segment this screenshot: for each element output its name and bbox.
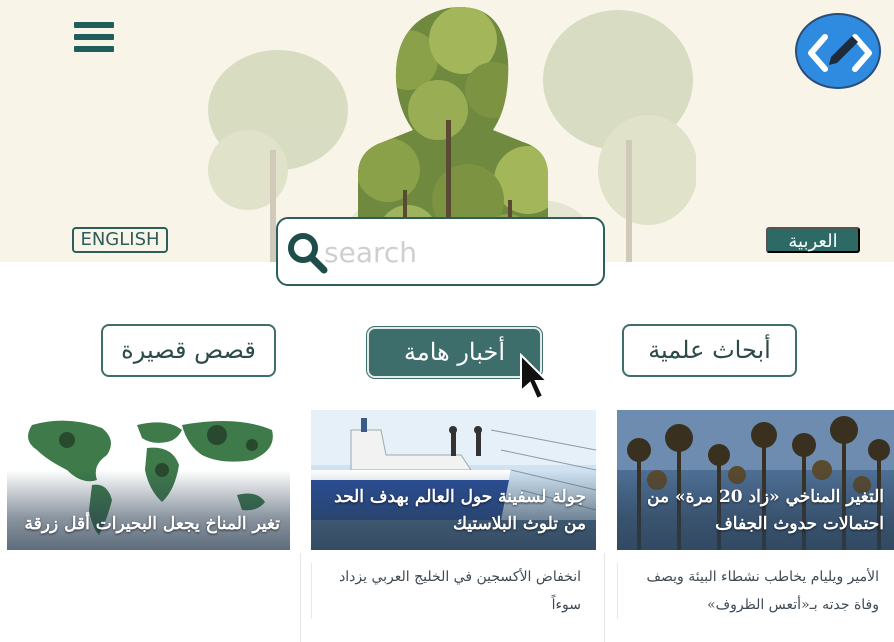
article-title[interactable]: التغير المناخي «زاد 20 مرة» من احتمالات … [627, 484, 884, 538]
column-divider [300, 553, 301, 642]
article-card[interactable]: تغير المناخ يجعل البحيرات أقل زرقة [7, 410, 290, 550]
column-divider [604, 553, 605, 642]
article-title[interactable]: جولة لسفينة حول العالم بهدف الحد من تلوث… [321, 484, 586, 538]
article-card[interactable]: جولة لسفينة حول العالم بهدف الحد من تلوث… [311, 410, 596, 550]
secondary-article-link[interactable]: انخفاض الأكسجين في الخليج العربي يزداد س… [311, 563, 581, 619]
hamburger-menu-icon[interactable] [74, 22, 114, 58]
category-important-news-button[interactable]: أخبار هامة [367, 327, 542, 378]
secondary-article-link[interactable]: الأمير ويليام يخاطب نشطاء البيئة ويصف وف… [617, 563, 881, 619]
mouse-cursor-icon [520, 353, 550, 401]
search-icon[interactable] [286, 231, 328, 275]
language-english-button[interactable]: ENGLISH [72, 227, 168, 253]
article-card[interactable]: التغير المناخي «زاد 20 مرة» من احتمالات … [617, 410, 894, 550]
language-arabic-button[interactable]: العربية [766, 227, 860, 253]
category-scientific-research-button[interactable]: أبحاث علمية [622, 324, 797, 377]
category-short-stories-button[interactable]: قصص قصيرة [101, 324, 276, 377]
search-input[interactable] [324, 231, 594, 273]
article-title[interactable]: تغير المناخ يجعل البحيرات أقل زرقة [17, 511, 280, 538]
code-edit-icon[interactable] [795, 13, 881, 89]
search-box [276, 217, 605, 286]
